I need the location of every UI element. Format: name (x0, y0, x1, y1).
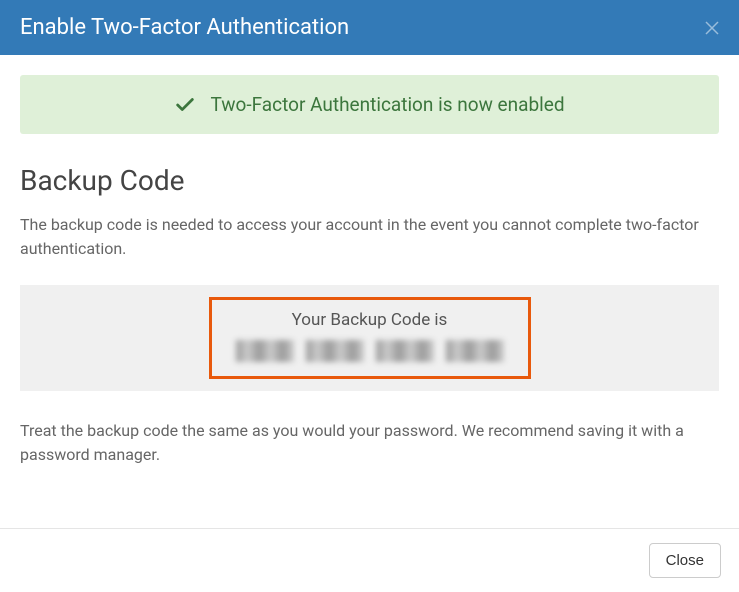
section-title: Backup Code (20, 164, 719, 197)
check-icon (174, 94, 196, 116)
success-alert: Two-Factor Authentication is now enabled (20, 75, 719, 134)
backup-code-box: Your Backup Code is (209, 297, 531, 379)
backup-code-label: Your Backup Code is (236, 310, 504, 330)
code-chunk-redacted (236, 340, 294, 362)
success-message: Two-Factor Authentication is now enabled (210, 93, 564, 116)
code-chunk-redacted (306, 340, 364, 362)
close-icon[interactable] (705, 18, 719, 38)
modal-title: Enable Two-Factor Authentication (20, 15, 349, 40)
code-chunk-redacted (376, 340, 434, 362)
section-description: The backup code is needed to access your… (20, 213, 719, 261)
footer-note: Treat the backup code the same as you wo… (20, 419, 719, 467)
close-button[interactable]: Close (649, 543, 721, 578)
modal-body: Two-Factor Authentication is now enabled… (0, 55, 739, 528)
modal-header: Enable Two-Factor Authentication (0, 0, 739, 55)
code-chunk-redacted (446, 340, 504, 362)
modal-footer: Close (0, 528, 739, 592)
backup-code-panel: Your Backup Code is (20, 285, 719, 391)
two-factor-modal: Enable Two-Factor Authentication Two-Fac… (0, 0, 739, 592)
backup-code-value (236, 340, 504, 362)
